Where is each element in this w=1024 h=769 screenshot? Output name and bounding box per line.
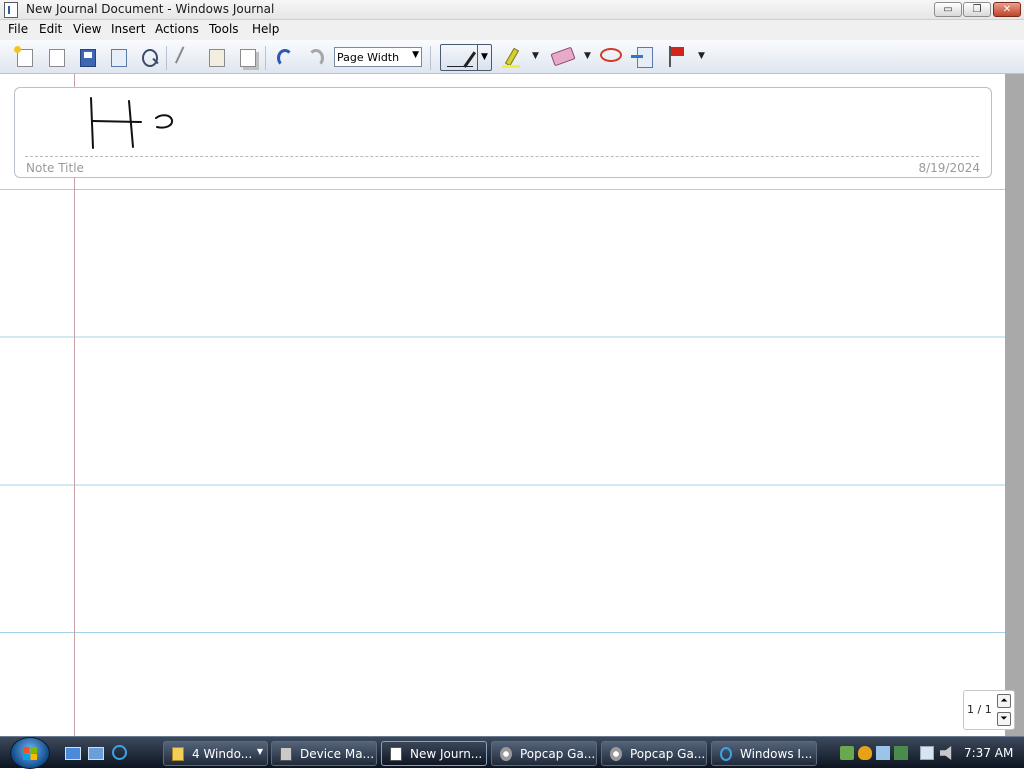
monitor-tray-icon[interactable] <box>920 746 934 760</box>
lasso-icon[interactable] <box>600 48 622 62</box>
app-tray-icon[interactable] <box>876 746 890 760</box>
paste-icon <box>209 49 225 67</box>
cut-icon <box>174 46 198 70</box>
page-up-button[interactable]: ⏶ <box>997 694 1011 708</box>
menu-edit[interactable]: Edit <box>37 22 64 36</box>
switch-windows-icon[interactable] <box>88 747 104 760</box>
new-from-template-icon <box>49 49 65 67</box>
note-page[interactable]: Note Title 8/19/2024 <box>0 74 1005 736</box>
toolbar-separator <box>265 46 266 70</box>
send-mail-button[interactable] <box>106 45 132 71</box>
find-button[interactable] <box>137 45 163 71</box>
close-button[interactable]: ✕ <box>993 2 1021 17</box>
window-title: New Journal Document - Windows Journal <box>26 2 275 16</box>
clock[interactable]: 7:37 AM <box>964 746 1013 760</box>
menu-view[interactable]: View <box>71 22 103 36</box>
highlighter-dropdown-arrow[interactable]: ▼ <box>532 51 539 61</box>
volume-muted-icon[interactable] <box>940 746 952 760</box>
taskbar-button-label: Device Ma... <box>300 747 375 761</box>
save-button[interactable] <box>75 45 101 71</box>
find-icon <box>142 49 158 67</box>
new-note-button[interactable] <box>12 45 38 71</box>
taskbar-button-label: 4 Windo... <box>192 747 253 761</box>
popcap-icon <box>610 747 622 761</box>
toolbar-separator <box>166 46 167 70</box>
new-note-icon <box>14 46 33 67</box>
vertical-scrollbar[interactable] <box>1005 74 1024 736</box>
toolbar-separator <box>430 46 431 70</box>
page-navigator: 1 / 1 ⏶ ⏷ <box>963 690 1015 730</box>
title-divider <box>25 156 979 157</box>
journal-icon <box>390 747 402 761</box>
taskbar-button-popcap-2[interactable]: Popcap Ga... <box>601 741 707 766</box>
paste-button[interactable] <box>204 45 230 71</box>
maximize-button[interactable]: ❐ <box>963 2 991 17</box>
zoom-value: Page Width <box>337 51 400 64</box>
new-from-template-button[interactable] <box>44 45 70 71</box>
folder-icon <box>172 747 184 761</box>
menu-help[interactable]: Help <box>250 22 281 36</box>
redo-icon <box>308 49 324 67</box>
ink-stroke-h-left <box>90 97 94 149</box>
copy-button[interactable] <box>235 45 261 71</box>
taskbar-button-label: Popcap Ga... <box>520 747 596 761</box>
taskbar: 4 Windo... ▼ Device Ma... New Journ... P… <box>0 736 1024 769</box>
zoom-select[interactable]: Page Width ▼ <box>334 47 422 67</box>
ie-quicklaunch-icon[interactable] <box>112 745 127 760</box>
devices-tray-icon[interactable] <box>894 746 908 760</box>
start-button[interactable] <box>10 737 50 769</box>
undo-icon <box>277 49 293 67</box>
ink-stroke-h-bar <box>92 120 142 123</box>
taskbar-button-label: Windows I... <box>740 747 813 761</box>
note-title-area[interactable]: Note Title 8/19/2024 <box>14 87 992 178</box>
pen-stroke-sample <box>447 66 473 67</box>
send-mail-icon <box>111 49 127 67</box>
taskbar-button-device-manager[interactable]: Device Ma... <box>271 741 377 766</box>
title-bar: New Journal Document - Windows Journal ▭… <box>0 0 1024 20</box>
taskbar-button-windows-ie[interactable]: Windows I... <box>711 741 817 766</box>
highlighter-icon[interactable] <box>500 48 522 68</box>
note-title-placeholder[interactable]: Note Title <box>26 161 84 175</box>
device-manager-icon <box>280 747 292 761</box>
page-indicator: 1 / 1 <box>967 703 992 716</box>
handwriting-ink <box>90 97 174 149</box>
menu-file[interactable]: File <box>6 22 30 36</box>
menu-actions[interactable]: Actions <box>153 22 201 36</box>
flag-icon[interactable] <box>667 46 687 68</box>
ie-icon <box>720 747 732 761</box>
security-shield-icon[interactable] <box>858 746 872 760</box>
menu-insert[interactable]: Insert <box>109 22 147 36</box>
system-tray: 7:37 AM <box>834 743 1024 765</box>
ink-stroke-o <box>155 114 174 129</box>
show-desktop-icon[interactable] <box>65 747 81 760</box>
undo-button[interactable] <box>272 45 298 71</box>
chevron-down-icon: ▼ <box>412 50 419 60</box>
taskbar-button-popcap-1[interactable]: Popcap Ga... <box>491 741 597 766</box>
menu-tools[interactable]: Tools <box>207 22 241 36</box>
page-down-button[interactable]: ⏷ <box>997 712 1011 726</box>
chevron-down-icon: ▼ <box>256 747 263 756</box>
flag-dropdown-arrow[interactable]: ▼ <box>698 51 705 61</box>
pen-dropdown-arrow[interactable]: ▼ <box>477 45 491 70</box>
taskbar-button-label: New Journ... <box>410 747 483 761</box>
redo-button[interactable] <box>303 45 329 71</box>
menu-bar: File Edit View Insert Actions Tools Help <box>0 20 1024 40</box>
eraser-dropdown-arrow[interactable]: ▼ <box>584 51 591 61</box>
save-icon <box>80 49 96 67</box>
taskbar-button-windows-group[interactable]: 4 Windo... ▼ <box>163 741 268 766</box>
copy-icon <box>240 49 256 67</box>
minimize-button[interactable]: ▭ <box>934 2 962 17</box>
windows-logo-icon <box>23 747 37 760</box>
cut-button[interactable] <box>173 45 199 71</box>
pen-button[interactable]: ▼ <box>440 44 492 71</box>
taskbar-button-label: Popcap Ga... <box>630 747 706 761</box>
journal-app-icon <box>4 2 18 18</box>
network-tray-icon[interactable] <box>840 746 854 760</box>
insert-space-icon[interactable] <box>631 47 653 68</box>
taskbar-button-journal[interactable]: New Journ... <box>381 741 487 766</box>
note-date: 8/19/2024 <box>918 161 980 175</box>
ink-stroke-h-right <box>128 100 134 148</box>
popcap-icon <box>500 747 512 761</box>
